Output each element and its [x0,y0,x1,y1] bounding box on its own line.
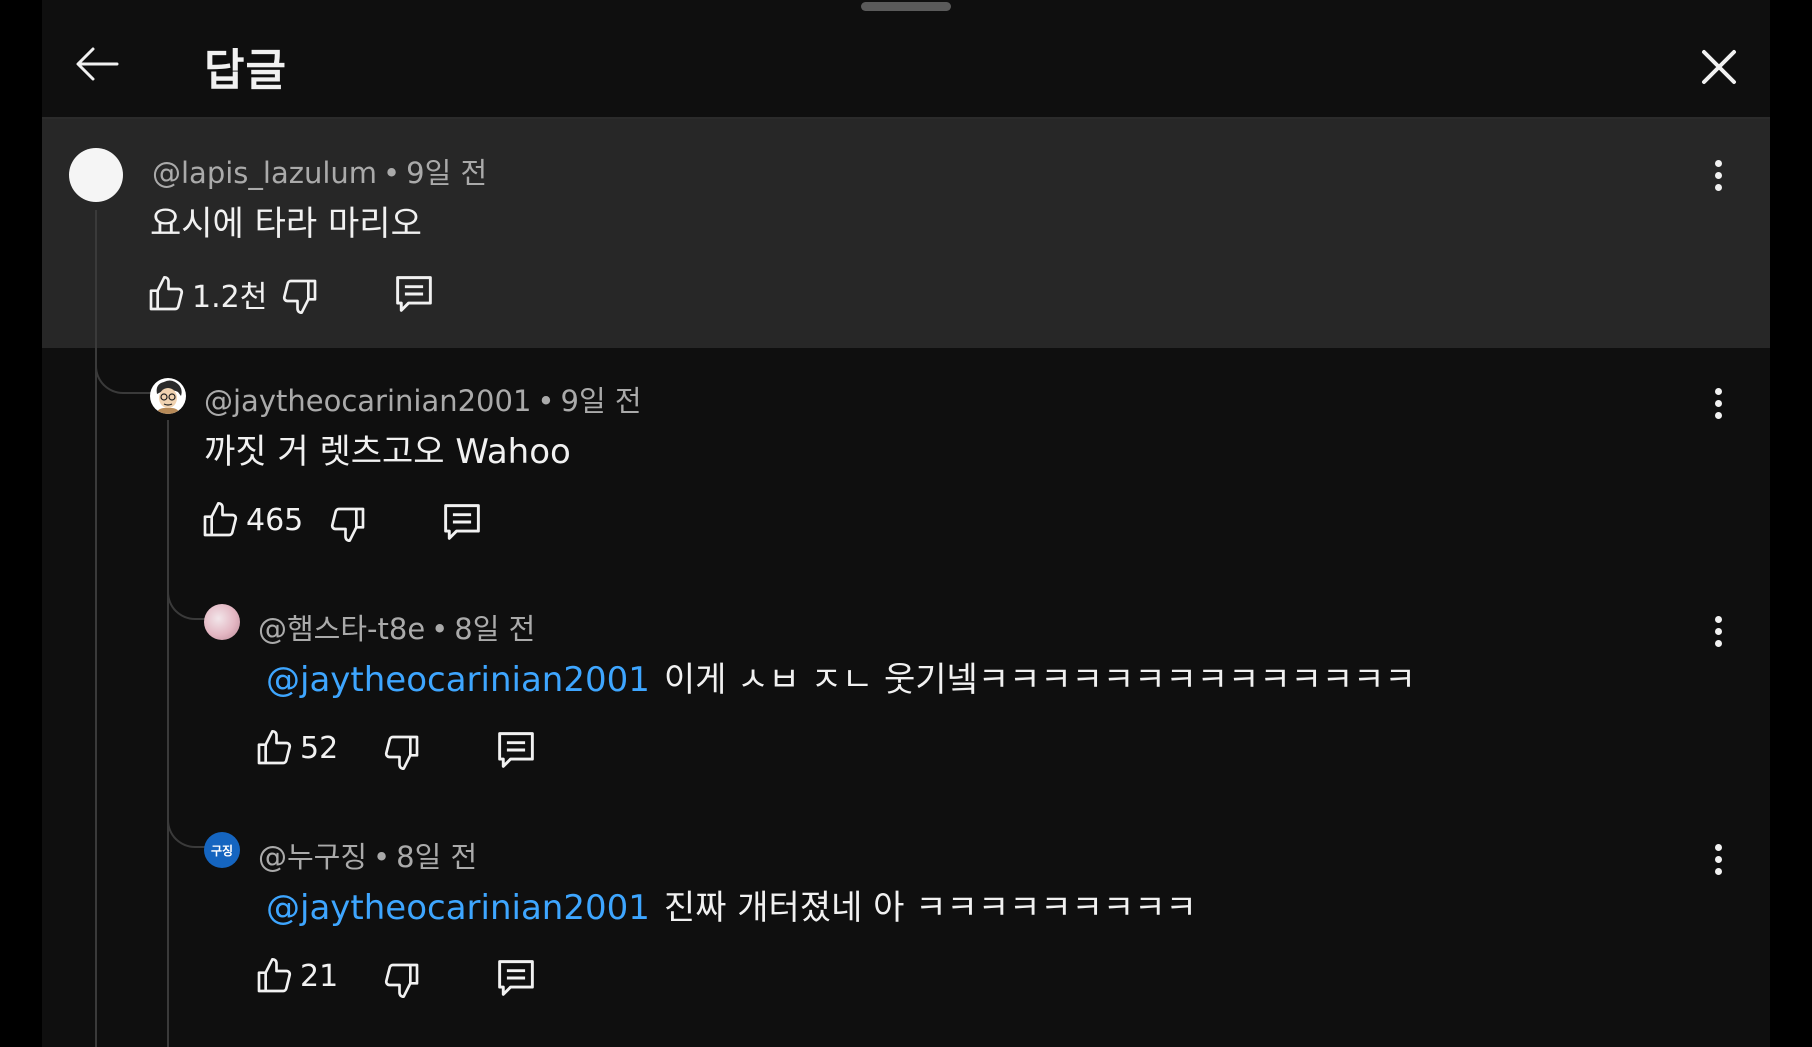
comment-body: 이게 ㅅㅂ ㅈㄴ 웃기넼ㅋㅋㅋㅋㅋㅋㅋㅋㅋㅋㅋㅋㅋㅋ [663,660,1416,700]
comment-meta: @누구징 • 8일 전 [258,840,478,874]
mention-link[interactable]: @jaytheocarinian2001 [266,660,650,700]
arrow-left-icon [76,47,119,81]
comment-author[interactable]: @햄스타-t8e [258,612,425,646]
thumb-up-icon [203,502,238,537]
more-options-button[interactable] [1706,153,1730,197]
more-options-button[interactable] [1706,837,1730,881]
thumb-up-icon [257,730,292,765]
like-button[interactable]: 465 [200,500,303,540]
thumb-down-icon [330,507,365,542]
close-button[interactable] [1694,42,1744,92]
comment-meta: @lapis_lazulum • 9일 전 [152,156,488,190]
comment-text: 까짓 거 렛츠고오 Wahoo [204,432,571,472]
avatar-label: 구징 [210,843,234,858]
comment-time: 9일 전 [560,384,642,418]
mention-link[interactable]: @jaytheocarinian2001 [266,888,650,928]
comment-meta: @햄스타-t8e • 8일 전 [258,612,536,646]
close-icon [1702,50,1736,84]
dislike-button[interactable] [280,276,320,316]
back-button[interactable] [72,42,122,86]
like-button[interactable]: 1.2천 [146,272,267,316]
dislike-button[interactable] [328,504,368,544]
thread-line [167,420,169,1047]
replies-panel: 답글 @lapis_lazulum•9일 전 요시에 타라 마리오 1.2천 [42,0,1770,1047]
comment-icon [444,504,480,540]
comment-text: @jaytheocarinian2001 진짜 개터졌네 아 ㅋㅋㅋㅋㅋㅋㅋㅋㅋ [266,880,1197,929]
thumb-up-icon [149,276,184,311]
thread-line [95,210,97,1047]
dislike-button[interactable] [382,732,422,772]
avatar-image [156,380,182,414]
comment-time: 9일 전 [406,156,488,190]
more-options-button[interactable] [1706,381,1730,425]
like-count: 21 [300,958,339,994]
thumb-up-icon [257,958,292,993]
comment-icon [396,276,432,312]
reply-button[interactable] [392,274,436,314]
like-count: 1.2천 [192,280,268,315]
thumb-down-icon [384,963,419,998]
comment-author[interactable]: @lapis_lazulum [152,156,377,190]
avatar[interactable] [69,148,123,202]
avatar[interactable] [204,604,240,640]
dislike-button[interactable] [382,960,422,1000]
page-title: 답글 [204,45,287,96]
reply-button[interactable] [494,958,538,998]
header: 답글 [42,0,1770,119]
comment-time: 8일 전 [396,840,478,874]
reply-button[interactable] [494,730,538,770]
like-button[interactable]: 52 [254,728,338,768]
like-count: 465 [246,502,304,538]
thumb-down-icon [384,735,419,770]
comment-meta: @jaytheocarinian2001 • 9일 전 [204,384,642,418]
comment-text: @jaytheocarinian2001 이게 ㅅㅂ ㅈㄴ 웃기넼ㅋㅋㅋㅋㅋㅋㅋㅋ… [266,652,1416,701]
comment-author[interactable]: @jaytheocarinian2001 [204,384,531,418]
comment-body: 진짜 개터졌네 아 ㅋㅋㅋㅋㅋㅋㅋㅋㅋ [663,888,1197,928]
comment-text: 요시에 타라 마리오 [150,204,422,244]
avatar[interactable] [150,378,186,414]
like-count: 52 [300,730,339,766]
avatar[interactable]: 구징 [204,832,240,868]
comment-time: 8일 전 [454,612,536,646]
comment-icon [498,732,534,768]
more-options-button[interactable] [1706,609,1730,653]
comment-icon [498,960,534,996]
like-button[interactable]: 21 [254,956,338,996]
reply-button[interactable] [440,502,484,542]
thumb-down-icon [282,279,317,314]
comment-author[interactable]: @누구징 [258,840,367,874]
